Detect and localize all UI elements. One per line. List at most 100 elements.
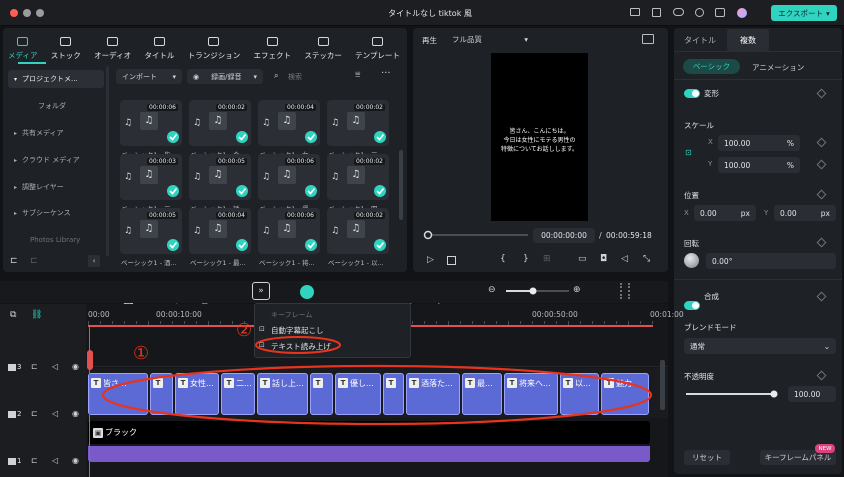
media-thumbnail[interactable]: 00:00:05 ♫ ♫	[189, 154, 251, 200]
tab-title[interactable]: タイトル	[684, 35, 716, 46]
text-clip[interactable]: T	[383, 373, 404, 415]
waveform-icon[interactable]	[642, 34, 654, 44]
tab-transition[interactable]: トランジション	[188, 29, 240, 61]
playhead-handle[interactable]	[87, 350, 93, 370]
sidebar-item-6[interactable]: Photos Library	[8, 231, 104, 249]
text-clip[interactable]: T 優し...	[335, 373, 381, 415]
export-button[interactable]: エクスポート ▾	[771, 5, 837, 21]
text-clip[interactable]: T 将来へ...	[504, 373, 558, 415]
tab-audio[interactable]: オーディオ	[94, 29, 131, 61]
camera-icon[interactable]: ◘	[600, 254, 607, 264]
opacity-slider[interactable]	[684, 388, 780, 400]
rotation-input[interactable]: 0.00°	[706, 253, 836, 269]
more-icon[interactable]: ···	[381, 68, 391, 79]
transform-toggle[interactable]	[684, 89, 700, 98]
blend-mode-select[interactable]: 通常 ⌄	[684, 338, 836, 354]
reset-button[interactable]: リセット	[684, 450, 730, 465]
video-preview[interactable]: 皆さん、こんにちは。 今日は女性にモテる男性の 特徴についてお話しします。	[491, 53, 588, 221]
sidebar-item-2[interactable]: ▸ 共有メディア	[8, 124, 104, 142]
media-thumbnail[interactable]: 00:00:05 ♫ ♫	[120, 208, 182, 254]
save-icon[interactable]	[652, 8, 661, 17]
text-clip[interactable]: T	[150, 373, 173, 415]
auto-subtitle-item[interactable]: 自動字幕起こし	[271, 325, 324, 336]
grid-icon[interactable]	[715, 8, 725, 17]
position-y-input[interactable]: 0.00 px	[774, 205, 836, 221]
close-window-button[interactable]	[10, 9, 18, 17]
link-icon[interactable]: ⛓	[31, 310, 42, 320]
mark-out-icon[interactable]: }	[523, 254, 529, 264]
avatar[interactable]	[737, 8, 747, 18]
lock-icon[interactable]: ⊡	[685, 148, 692, 157]
tab-sticker[interactable]: ステッカー	[304, 29, 342, 61]
clip-icon[interactable]: ⊞	[543, 254, 551, 264]
sidebar-item-4[interactable]: ▸ 調整レイヤー	[8, 178, 104, 196]
ai-icon[interactable]	[300, 285, 314, 299]
new-folder-icon[interactable]: ⊏	[10, 256, 18, 266]
headset-icon[interactable]	[695, 8, 704, 17]
volume-icon[interactable]: ◁	[52, 362, 58, 371]
text-to-speech-item[interactable]: テキスト読み上げ	[271, 341, 331, 352]
search-input[interactable]: 検索	[288, 70, 348, 83]
sidebar-item-1[interactable]: フォルダ	[8, 97, 104, 115]
media-thumbnail[interactable]: 00:00:06 ♫ ♫	[120, 100, 182, 146]
maximize-window-button[interactable]	[36, 9, 44, 17]
text-clip[interactable]: T 話し上...	[257, 373, 308, 415]
tab-media[interactable]: メディア	[8, 29, 37, 61]
folder-icon[interactable]: ⊏	[31, 362, 38, 371]
text-clip[interactable]: T 女性...	[175, 373, 219, 415]
subtab-basic[interactable]: ベーシック	[683, 59, 740, 74]
media-thumbnail[interactable]: 00:00:03 ♫ ♫	[120, 154, 182, 200]
text-clip[interactable]: T 魅力...	[601, 373, 649, 415]
import-dropdown[interactable]: インポート ▾	[116, 69, 182, 84]
cloud-upload-icon[interactable]	[673, 8, 684, 16]
volume-icon[interactable]: ◁	[621, 254, 628, 264]
composite-toggle[interactable]	[684, 301, 700, 310]
quality-dropdown[interactable]: フル品質 ▾	[452, 33, 528, 46]
text-clip[interactable]: T	[310, 373, 333, 415]
text-clip[interactable]: T 酒落た...	[406, 373, 460, 415]
subtab-animation[interactable]: アニメーション	[752, 62, 804, 73]
volume-icon[interactable]: ◁	[52, 456, 58, 465]
tab-template[interactable]: テンプレート	[355, 29, 400, 61]
eye-icon[interactable]: ◉	[72, 409, 79, 418]
media-thumbnail[interactable]: 00:00:06 ♫ ♫	[258, 154, 320, 200]
zoom-slider[interactable]	[503, 285, 573, 297]
media-thumbnail[interactable]: 00:00:06 ♫ ♫	[258, 208, 320, 254]
zoom-in-icon[interactable]: ⊕	[573, 285, 581, 295]
tab-stock[interactable]: ストック	[51, 29, 81, 61]
tab-effect[interactable]: エフェクト	[254, 29, 291, 61]
media-scrollbar[interactable]	[399, 150, 403, 220]
text-clip[interactable]: T 二...	[221, 373, 255, 415]
sidebar-item-0[interactable]: ▾ プロジェクトメ...	[8, 70, 104, 88]
folder-icon[interactable]: ⊏	[30, 256, 38, 266]
media-thumbnail[interactable]: 00:00:04 ♫ ♫	[258, 100, 320, 146]
more-tools-button[interactable]: »	[252, 282, 270, 300]
media-thumbnail[interactable]: 00:00:02 ♫ ♫	[189, 100, 251, 146]
minimize-window-button[interactable]	[23, 9, 31, 17]
sidebar-item-3[interactable]: ▸ クラウド メディア	[8, 151, 104, 169]
folder-icon[interactable]: ⊏	[31, 456, 38, 465]
scale-x-input[interactable]: 100.00%	[718, 135, 800, 151]
track-menu-icon[interactable]	[620, 283, 630, 299]
mark-in-icon[interactable]: {	[500, 254, 506, 264]
media-thumbnail[interactable]: 00:00:02 ♫ ♫	[327, 154, 389, 200]
text-clip[interactable]: T 最...	[462, 373, 502, 415]
play-icon[interactable]: ▷	[427, 255, 434, 265]
collapse-sidebar-button[interactable]: ‹	[88, 255, 100, 267]
opacity-input[interactable]: 100.00	[788, 386, 836, 402]
text-clip[interactable]: T 以...	[560, 373, 599, 415]
monitor-icon[interactable]	[630, 8, 640, 16]
tab-multiple[interactable]: 複数	[727, 29, 769, 51]
filter-icon[interactable]: ⩸	[355, 70, 360, 80]
folder-icon[interactable]: ⊏	[31, 409, 38, 418]
position-x-input[interactable]: 0.00 px	[694, 205, 756, 221]
tab-title[interactable]: タイトル	[144, 29, 174, 61]
sidebar-item-5[interactable]: ▸ サブシーケンス	[8, 204, 104, 222]
timeline-scrollbar[interactable]	[660, 360, 665, 410]
text-clip[interactable]: T 皆さ...	[88, 373, 148, 415]
progress-slider[interactable]	[420, 228, 530, 242]
sidebar-scrollbar[interactable]	[106, 66, 109, 256]
eye-icon[interactable]: ◉	[72, 456, 79, 465]
rotation-dial[interactable]	[684, 253, 699, 268]
zoom-out-icon[interactable]: ⊖	[488, 285, 496, 295]
